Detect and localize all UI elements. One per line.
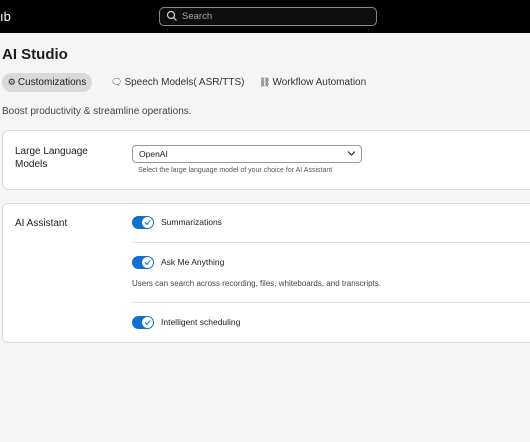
- tab-label: Speech Models( ASR/TTS): [124, 77, 245, 88]
- ai-assistant-label: AI Assistant: [15, 218, 68, 229]
- llm-card: Large Language Models OpenAI Select the …: [2, 130, 530, 190]
- check-icon: [144, 220, 151, 226]
- ask-me-anything-label: Ask Me Anything: [161, 257, 225, 267]
- app-brand: ıb: [0, 9, 11, 24]
- intelligent-scheduling-toggle[interactable]: [132, 316, 154, 329]
- tab-speech-models[interactable]: 🗨 Speech Models( ASR/TTS): [111, 73, 244, 92]
- page-title: AI Studio: [2, 46, 68, 63]
- ai-assistant-card: AI Assistant Summarizations Ask Me Anyth…: [2, 203, 530, 343]
- summarizations-label: Summarizations: [161, 217, 222, 227]
- tab-label: Customizations: [17, 77, 87, 88]
- tab-bar: ⚙ Customizations 🗨 Speech Models( ASR/TTS)…: [0, 73, 530, 92]
- chevron-down-icon: [347, 151, 356, 156]
- ask-me-anything-toggle[interactable]: [132, 256, 154, 269]
- check-icon: [144, 320, 151, 326]
- tab-label: Workflow Automation: [272, 77, 367, 88]
- tab-workflow-automation[interactable]: ⛓ Workflow Automation: [259, 73, 366, 92]
- divider: [132, 242, 530, 243]
- page-subtitle: Boost productivity & streamline operatio…: [2, 106, 192, 117]
- ask-me-anything-description: Users can search across recording, files…: [132, 279, 381, 288]
- intelligent-scheduling-label: Intelligent scheduling: [161, 317, 241, 327]
- gear-icon: ⚙: [7, 77, 16, 87]
- workflow-icon: ⛓: [259, 77, 271, 87]
- tab-customizations[interactable]: ⚙ Customizations: [2, 73, 92, 92]
- search-placeholder: Search: [182, 11, 213, 22]
- llm-helper-text: Select the large language model of your …: [138, 167, 333, 174]
- speech-icon: 🗨: [111, 77, 123, 87]
- divider: [132, 302, 530, 303]
- llm-selected-value: OpenAI: [139, 149, 168, 159]
- summarizations-toggle[interactable]: [132, 216, 154, 229]
- search-icon: [166, 10, 177, 21]
- top-bar: ıb Search: [0, 0, 530, 33]
- search-input[interactable]: Search: [159, 7, 377, 26]
- check-icon: [144, 260, 151, 266]
- llm-label: Large Language Models: [15, 146, 88, 170]
- llm-select[interactable]: OpenAI: [132, 145, 362, 163]
